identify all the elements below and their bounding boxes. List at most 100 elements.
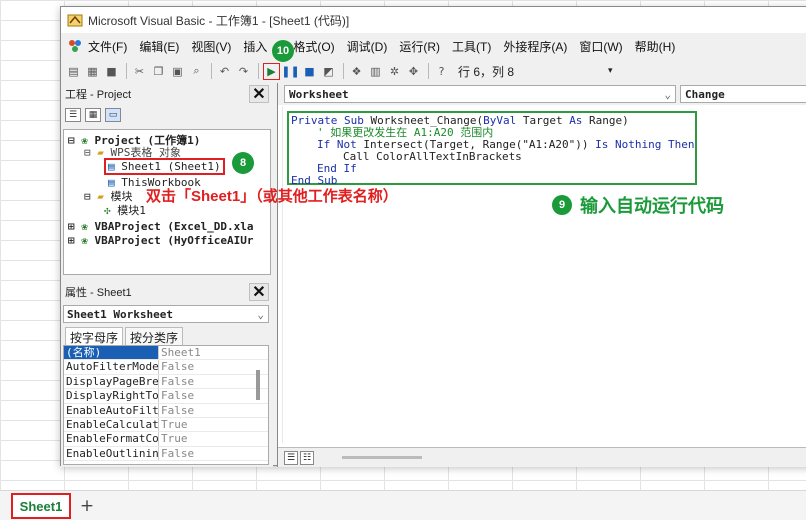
tab-categorized[interactable]: 按分类序 <box>125 327 184 347</box>
project-explorer-pane: 工程 - Project ✕ ☰ ▦ ▭ ⊟ ❀ Project (工作簿1) … <box>61 83 273 279</box>
view-code-icon[interactable]: ☰ <box>65 108 81 122</box>
insert-module-icon[interactable]: ▦ <box>84 63 101 80</box>
project-node-icon: ❀ <box>81 220 88 233</box>
project-pane-tools: ☰ ▦ ▭ <box>61 105 273 125</box>
toolbar-separator <box>258 63 259 79</box>
property-row[interactable]: EnableAutoFilt False <box>64 403 268 418</box>
code-footer-bar: ☰ ☷ <box>278 447 806 467</box>
project-pane-title: 工程 - Project <box>65 89 132 101</box>
property-row[interactable]: DisplayPageBre False <box>64 374 268 390</box>
property-row[interactable]: EnableFormatCo True <box>64 432 268 447</box>
double-click-annotation: 双击「Sheet1」（或其他工作表名称） <box>146 188 398 205</box>
toolbar-overflow-icon[interactable]: ▾ <box>608 66 613 76</box>
code-horizontal-scrollbar[interactable] <box>342 456 422 459</box>
toolbar-separator <box>211 63 212 79</box>
run-icon[interactable]: ▶ <box>263 62 280 80</box>
menu-tools[interactable]: 工具(T) <box>452 38 491 55</box>
properties-pane-title: 属性 - Sheet1 <box>65 287 132 299</box>
add-sheet-button[interactable]: + <box>78 495 96 517</box>
toolbar-separator <box>428 63 429 79</box>
design-mode-icon[interactable]: ◩ <box>320 63 337 80</box>
code-combo-bar: Worksheet ⌄ Change <box>278 83 806 105</box>
properties-vertical-scrollbar[interactable] <box>256 370 260 400</box>
window-title: Microsoft Visual Basic - 工作簿1 - [Sheet1 … <box>88 13 350 28</box>
menu-format[interactable]: 格式(O) <box>293 38 334 55</box>
sheet-tab-bar: Sheet1 + <box>0 490 806 520</box>
code-editor[interactable]: Private Sub Worksheet_Change(ByVal Targe… <box>282 107 806 443</box>
property-row[interactable]: EnableOutlinin False <box>64 446 268 462</box>
standard-toolbar: ▤ ▦ ■ ✂ ❐ ▣ ⌕ ↶ ↷ ▶ ❚❚ ■ ◩ ❖ ▥ ✲ ✥ ? 行 6… <box>61 59 806 83</box>
properties-pane: 属性 - Sheet1 ✕ Sheet1 Worksheet ⌄ 按字母序 按分… <box>61 281 273 467</box>
property-row[interactable]: EnableCalculat True <box>64 417 268 433</box>
properties-icon[interactable]: ▥ <box>367 63 384 80</box>
property-row[interactable]: AutoFilterMode False <box>64 360 268 375</box>
procedure-combo[interactable]: Change <box>680 85 806 103</box>
tree-item-modules[interactable]: ⊟ ▰ 模块 <box>84 190 133 204</box>
vba-editor-window: Microsoft Visual Basic - 工作簿1 - [Sheet1 … <box>60 6 806 467</box>
project-pane-header: 工程 - Project ✕ <box>61 83 273 105</box>
code-window: Worksheet ⌄ Change Private Sub Worksheet… <box>277 83 806 467</box>
close-icon[interactable]: ✕ <box>249 85 269 103</box>
toolbar-separator <box>343 63 344 79</box>
vba-app-icon <box>67 12 83 28</box>
properties-pane-header: 属性 - Sheet1 ✕ <box>61 281 273 303</box>
menu-insert[interactable]: 插入 <box>243 38 267 55</box>
find-icon[interactable]: ⌕ <box>188 63 205 80</box>
pause-icon[interactable]: ❚❚ <box>281 63 299 80</box>
menu-run[interactable]: 运行(R) <box>399 38 440 55</box>
property-row[interactable]: (名称) Sheet1 <box>64 346 268 361</box>
tree-item-sheet1[interactable]: ▤ Sheet1 (Sheet1) <box>104 158 225 175</box>
menu-edit[interactable]: 编辑(E) <box>139 38 179 55</box>
workbook-icon: ▤ <box>108 176 115 189</box>
toolbox-icon[interactable]: ✥ <box>405 63 422 80</box>
redo-icon[interactable]: ↷ <box>235 63 252 80</box>
project-node-icon: ❀ <box>81 234 88 247</box>
chevron-down-icon: ⌄ <box>664 87 671 101</box>
object-browser-icon[interactable]: ✲ <box>386 63 403 80</box>
properties-tabs: 按字母序 按分类序 <box>65 327 185 347</box>
full-module-view-icon[interactable]: ☷ <box>300 450 314 465</box>
close-icon[interactable]: ✕ <box>249 283 269 301</box>
toolbar-separator <box>126 63 127 79</box>
step-badge-sheet: 8 <box>232 152 254 174</box>
menu-debug[interactable]: 调试(D) <box>347 38 388 55</box>
properties-grid: (名称) Sheet1 AutoFilterMode False DisplayPa… <box>63 345 269 465</box>
save-icon[interactable]: ■ <box>103 63 120 80</box>
project-explorer-icon[interactable]: ❖ <box>348 63 365 80</box>
cut-icon[interactable]: ✂ <box>131 63 148 80</box>
paste-icon[interactable]: ▣ <box>169 63 186 80</box>
title-bar: Microsoft Visual Basic - 工作簿1 - [Sheet1 … <box>61 7 806 33</box>
view-excel-icon[interactable]: ▤ <box>65 63 82 80</box>
menu-bar: 文件(F) 编辑(E) 视图(V) 插入 格式(O) 调试(D) 运行(R) 工… <box>61 35 806 57</box>
tree-item-module1[interactable]: ✣ 模块1 <box>104 204 146 218</box>
code-line-4: Call ColorAllTextInBrackets <box>343 150 522 163</box>
properties-object-select[interactable]: Sheet1 Worksheet ⌄ <box>63 305 269 323</box>
sheet-tab-sheet1[interactable]: Sheet1 <box>11 493 71 519</box>
menu-addins[interactable]: 外接程序(A) <box>503 38 567 55</box>
sheet-icon: ▤ <box>108 160 115 173</box>
menu-file[interactable]: 文件(F) <box>88 38 127 55</box>
folder-icon: ▰ <box>97 146 104 159</box>
tree-item-vbaproject-excel[interactable]: ⊞ ❀ VBAProject (Excel_DD.xla <box>68 220 253 234</box>
object-combo[interactable]: Worksheet ⌄ <box>284 85 676 103</box>
menu-app-icon <box>67 38 83 54</box>
menu-view[interactable]: 视图(V) <box>191 38 231 55</box>
property-row[interactable]: DisplayRightTol False <box>64 389 268 404</box>
undo-icon[interactable]: ↶ <box>216 63 233 80</box>
help-icon[interactable]: ? <box>433 63 450 80</box>
chevron-down-icon: ⌄ <box>257 307 264 321</box>
stop-icon[interactable]: ■ <box>301 63 318 80</box>
view-object-icon[interactable]: ▦ <box>85 108 101 122</box>
cursor-position: 行 6，列 8 <box>458 64 515 79</box>
step-badge-run: 10 <box>272 40 294 62</box>
toggle-folders-icon[interactable]: ▭ <box>105 108 121 122</box>
tab-alphabetic[interactable]: 按字母序 <box>65 327 124 347</box>
enter-code-annotation: 输入自动运行代码 <box>580 196 724 216</box>
menu-help[interactable]: 帮助(H) <box>635 38 676 55</box>
menu-window[interactable]: 窗口(W) <box>579 38 622 55</box>
tree-item-vbaproject-hyoffice[interactable]: ⊞ ❀ VBAProject (HyOfficeAIUr <box>68 234 253 248</box>
folder-icon: ▰ <box>97 190 104 203</box>
procedure-view-icon[interactable]: ☰ <box>284 450 298 465</box>
step-badge-code: 9 <box>552 195 572 215</box>
copy-icon[interactable]: ❐ <box>150 63 167 80</box>
